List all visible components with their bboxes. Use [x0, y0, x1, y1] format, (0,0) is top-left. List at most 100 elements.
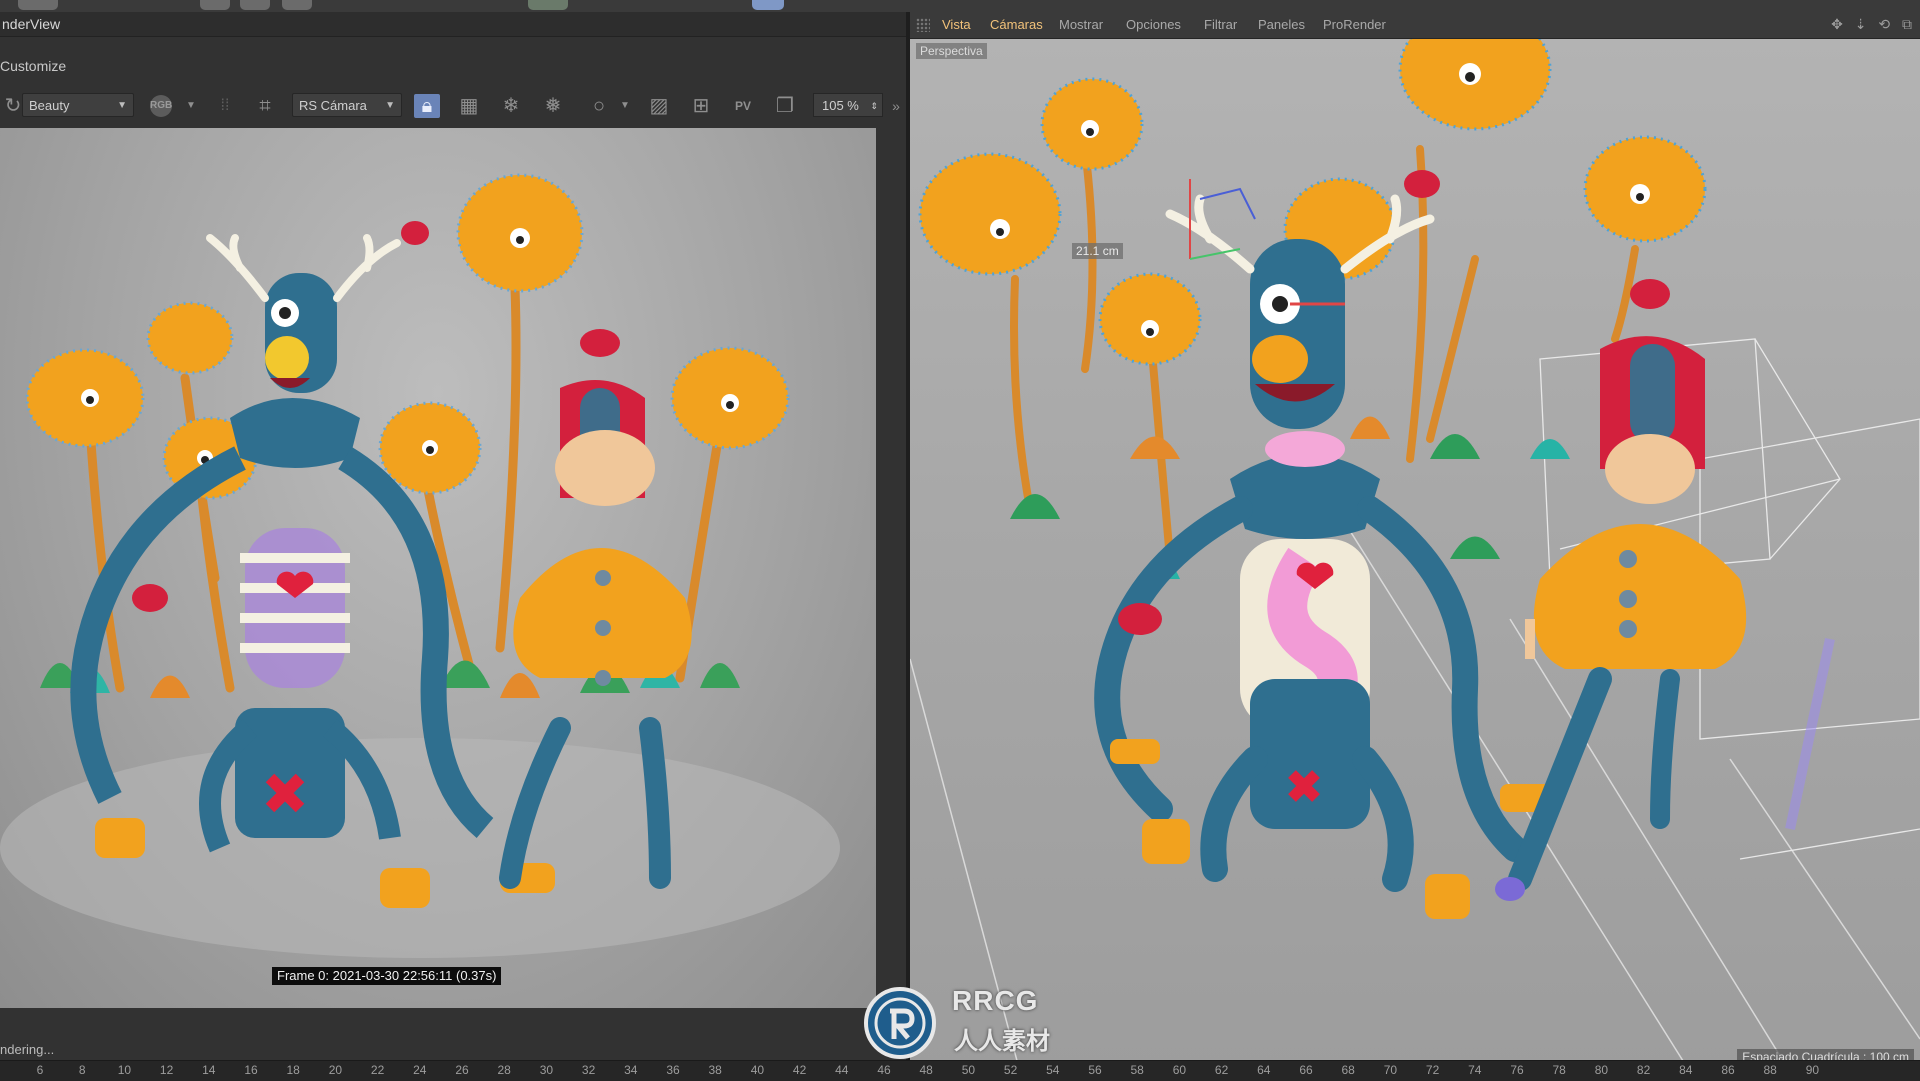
- toolbar-button[interactable]: [240, 0, 270, 10]
- render-toolbar: ↻ Beauty ▼ RGB ▼ ⁞⁞ ⌗ RS Cámara ▼ 🔒︎ ▦ ❄…: [0, 86, 906, 124]
- timeline-tick: 28: [497, 1063, 511, 1077]
- timeline-tick: 12: [159, 1063, 174, 1077]
- timeline-tick: 64: [1257, 1063, 1271, 1077]
- timeline-tick: 6: [36, 1063, 44, 1077]
- timeline-tick: 82: [1636, 1063, 1651, 1077]
- rgb-channel-icon[interactable]: RGB: [148, 94, 174, 118]
- crop-icon[interactable]: ⌗: [252, 94, 278, 118]
- timeline-tick: 54: [1046, 1063, 1060, 1077]
- grid-small-icon[interactable]: ⁞⁞: [212, 94, 238, 118]
- timeline-tick: 72: [1425, 1063, 1440, 1077]
- timeline-tick: 70: [1383, 1063, 1398, 1077]
- snowflake-icon[interactable]: ❄: [498, 94, 524, 118]
- timeline-tick: 22: [370, 1063, 385, 1077]
- camera-dropdown-value: RS Cámara: [299, 98, 367, 113]
- timeline-tick: 24: [413, 1063, 427, 1077]
- timeline-tick: 62: [1214, 1063, 1229, 1077]
- viewport-scene: [910, 39, 1920, 1072]
- timeline-tick: 48: [919, 1063, 933, 1077]
- toolbar-button[interactable]: [752, 0, 784, 10]
- viewport-nav-icons[interactable]: ✥ ⇣ ⟲ ⧉: [1831, 16, 1916, 33]
- menu-opciones[interactable]: Opciones: [1126, 12, 1181, 38]
- timeline-tick: 78: [1552, 1063, 1566, 1077]
- circle-icon[interactable]: ○: [586, 94, 612, 118]
- chevron-down-icon[interactable]: ▼: [178, 94, 204, 118]
- rendered-scene: [0, 173, 840, 958]
- timeline-tick: 50: [961, 1063, 976, 1077]
- timeline-tick: 10: [117, 1063, 132, 1077]
- timeline-ruler[interactable]: 6 8 10 12 14 16 18 20 22 24 26 28 30 32 34 36 38 40 42 44 46…: [0, 1060, 1920, 1081]
- render-status: ndering...: [0, 1042, 55, 1057]
- render-canvas[interactable]: [0, 128, 876, 1008]
- timeline-tick: 36: [666, 1063, 680, 1077]
- dimension-label: 21.1 cm: [1072, 243, 1123, 259]
- copy-icon[interactable]: ❐: [772, 94, 798, 118]
- view-mode-label[interactable]: Perspectiva: [916, 43, 987, 59]
- watermark: RRCG 人人素材: [860, 985, 1070, 1059]
- timeline-tick: 86: [1721, 1063, 1735, 1077]
- timeline-tick: 76: [1510, 1063, 1524, 1077]
- watermark-sub: 人人素材: [954, 1028, 1050, 1055]
- menu-prorender[interactable]: ProRender: [1323, 12, 1386, 38]
- timeline-tick: 88: [1763, 1063, 1777, 1077]
- overflow-icon[interactable]: »: [888, 94, 904, 118]
- menu-paneles[interactable]: Paneles: [1258, 12, 1305, 38]
- grid-icon[interactable]: ▦: [456, 94, 482, 118]
- timeline-tick: 16: [244, 1063, 258, 1077]
- viewport-panel: Vista Cámaras Mostrar Opciones Filtrar P…: [910, 12, 1920, 1072]
- timeline-tick: 8: [78, 1063, 86, 1077]
- stepper-arrows-icon[interactable]: ⇕: [870, 94, 878, 118]
- pv-icon[interactable]: PV: [730, 94, 756, 118]
- chevron-down-icon: ▼: [117, 100, 127, 111]
- timeline-tick: 26: [455, 1063, 469, 1077]
- add-image-icon[interactable]: ⊞: [688, 94, 714, 118]
- timeline-tick: 66: [1299, 1063, 1313, 1077]
- timeline-tick: 40: [750, 1063, 765, 1077]
- zoom-value: 105 %: [822, 98, 859, 113]
- zoom-stepper[interactable]: 105 % ⇕: [813, 93, 883, 117]
- timeline-tick: 60: [1172, 1063, 1187, 1077]
- toolbar-button[interactable]: [18, 0, 58, 10]
- image-icon[interactable]: ▨: [646, 94, 672, 118]
- toolbar-button[interactable]: [282, 0, 312, 10]
- menu-filtrar[interactable]: Filtrar: [1204, 12, 1237, 38]
- viewport-menubar: Vista Cámaras Mostrar Opciones Filtrar P…: [910, 12, 1920, 39]
- timeline-tick: 84: [1679, 1063, 1693, 1077]
- frame-info-label: Frame 0: 2021-03-30 22:56:11 (0.37s): [272, 967, 502, 985]
- viewport-canvas[interactable]: Perspectiva 21.1 cm Espaciado Cuadrícula…: [910, 39, 1920, 1072]
- chevron-down-icon: ▼: [385, 100, 395, 111]
- toolbar-button[interactable]: [528, 0, 568, 10]
- menu-vista[interactable]: Vista: [942, 12, 971, 38]
- timeline-tick: 46: [877, 1063, 891, 1077]
- menu-mostrar[interactable]: Mostrar: [1059, 12, 1103, 38]
- chevron-down-icon[interactable]: ▼: [612, 94, 638, 118]
- timeline-tick: 80: [1594, 1063, 1609, 1077]
- timeline-tick: 14: [202, 1063, 216, 1077]
- timeline-tick: 44: [835, 1063, 849, 1077]
- timeline-tick: 30: [539, 1063, 554, 1077]
- grip-icon[interactable]: [916, 18, 930, 32]
- timeline-tick: 34: [624, 1063, 638, 1077]
- timeline-tick: 56: [1088, 1063, 1102, 1077]
- timeline-tick: 58: [1130, 1063, 1144, 1077]
- lock-icon[interactable]: 🔒︎: [414, 94, 440, 118]
- timeline-tick: 38: [708, 1063, 722, 1077]
- timeline-tick: 18: [286, 1063, 300, 1077]
- pass-dropdown-value: Beauty: [29, 98, 70, 113]
- watermark-brand: RRCG: [952, 985, 1039, 1016]
- panel-title: nderView: [0, 12, 908, 37]
- pass-dropdown[interactable]: Beauty ▼: [22, 93, 134, 117]
- timeline-tick: 68: [1341, 1063, 1355, 1077]
- timeline-tick: 20: [328, 1063, 343, 1077]
- timeline-tick: 74: [1468, 1063, 1482, 1077]
- timeline-tick: 52: [1003, 1063, 1018, 1077]
- timeline-tick: 42: [792, 1063, 807, 1077]
- timeline-tick: 32: [581, 1063, 596, 1077]
- toolbar-button[interactable]: [200, 0, 230, 10]
- snowflake-plus-icon[interactable]: ❅: [540, 94, 566, 118]
- menu-camaras[interactable]: Cámaras: [990, 12, 1043, 38]
- render-view-panel: nderView Customize ↻ Beauty ▼ RGB ▼ ⁞⁞ ⌗…: [0, 12, 908, 1060]
- camera-dropdown[interactable]: RS Cámara ▼: [292, 93, 402, 117]
- customize-label[interactable]: Customize: [0, 58, 66, 74]
- timeline-tick: 90: [1805, 1063, 1820, 1077]
